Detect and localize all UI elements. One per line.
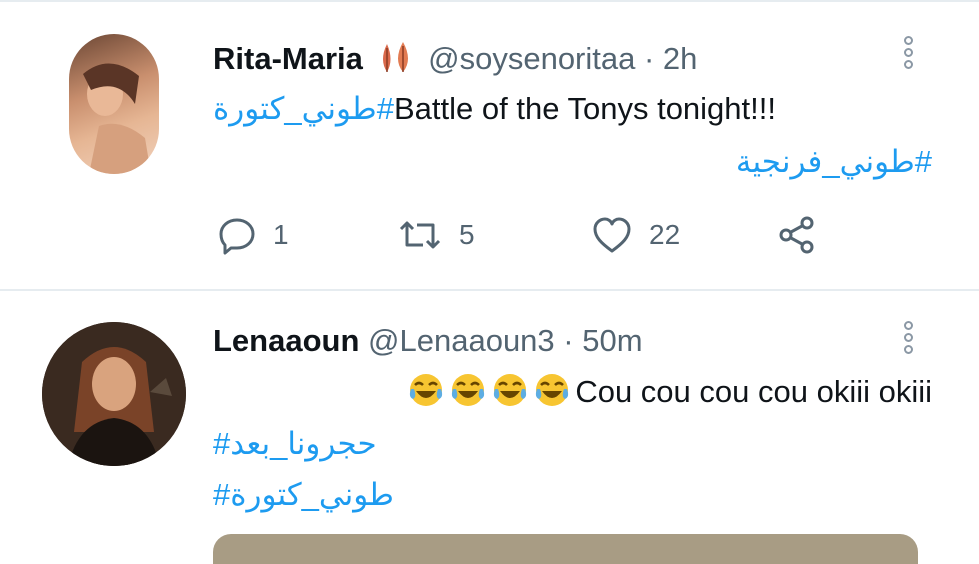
reply-icon — [219, 218, 255, 255]
tweet-rita-maria[interactable]: Rita-Maria @soysenoritaa · 2h #طوني_كتور… — [0, 0, 979, 290]
tweet-text: Battle of the Tonys tonight!!! — [393, 91, 776, 126]
hashtag[interactable]: #طوني_فرنجية — [736, 144, 932, 179]
crying-laughing-emoji-icon — [491, 371, 529, 409]
media-preview[interactable] — [213, 534, 918, 564]
crying-laughing-emoji-icon — [449, 371, 487, 409]
reply-count: 1 — [273, 219, 289, 250]
user-handle[interactable]: @soysenoritaa — [428, 41, 635, 76]
avatar-lenaaoun[interactable] — [42, 322, 186, 466]
share-icon — [779, 216, 814, 254]
display-name[interactable]: Rita-Maria — [213, 41, 363, 76]
tweet-header: Lenaaoun @Lenaaoun3 · 50m — [213, 323, 643, 359]
tweet-text-line-2: حجرونا_بعد# — [213, 425, 377, 463]
hashtag[interactable]: طوني_كتورة# — [213, 477, 394, 512]
hashtag[interactable]: #طوني_كتورة — [213, 91, 394, 126]
tweet-text-line-1: Cou cou cou cou okiii okiii — [407, 371, 932, 411]
heart-icon — [593, 217, 631, 253]
leaf-emoji-icon — [378, 40, 414, 82]
tweet-text-line-2: #طوني_فرنجية — [736, 143, 932, 181]
timestamp[interactable]: · 50m — [563, 323, 642, 358]
crying-laughing-emoji-icon — [407, 371, 445, 409]
tweet-header: Rita-Maria @soysenoritaa · 2h — [213, 40, 697, 82]
like-count: 22 — [649, 219, 681, 250]
share-button[interactable] — [777, 215, 817, 255]
like-button[interactable]: 22 — [591, 215, 680, 255]
tweet-text-line-1: #طوني_كتورةBattle of the Tonys tonight!!… — [213, 90, 776, 128]
more-options-icon[interactable] — [904, 36, 918, 72]
display-name[interactable]: Lenaaoun — [213, 323, 359, 358]
emoji-group — [407, 374, 575, 409]
retweet-count: 5 — [459, 219, 475, 250]
reply-button[interactable]: 1 — [217, 215, 289, 255]
user-handle[interactable]: @Lenaaoun3 — [368, 323, 555, 358]
retweet-button[interactable]: 5 — [397, 215, 475, 255]
more-options-icon[interactable] — [904, 321, 918, 357]
tweet-lenaaoun[interactable]: Lenaaoun @Lenaaoun3 · 50m Cou cou cou co… — [0, 291, 979, 546]
crying-laughing-emoji-icon — [533, 371, 571, 409]
tweet-text-line-3: طوني_كتورة# — [213, 476, 394, 514]
avatar-rita-maria[interactable] — [69, 34, 159, 174]
tweet-text: Cou cou cou cou okiii okiii — [575, 374, 932, 409]
hashtag[interactable]: حجرونا_بعد# — [213, 426, 377, 461]
timestamp[interactable]: · 2h — [644, 41, 697, 76]
retweet-icon — [399, 221, 441, 249]
